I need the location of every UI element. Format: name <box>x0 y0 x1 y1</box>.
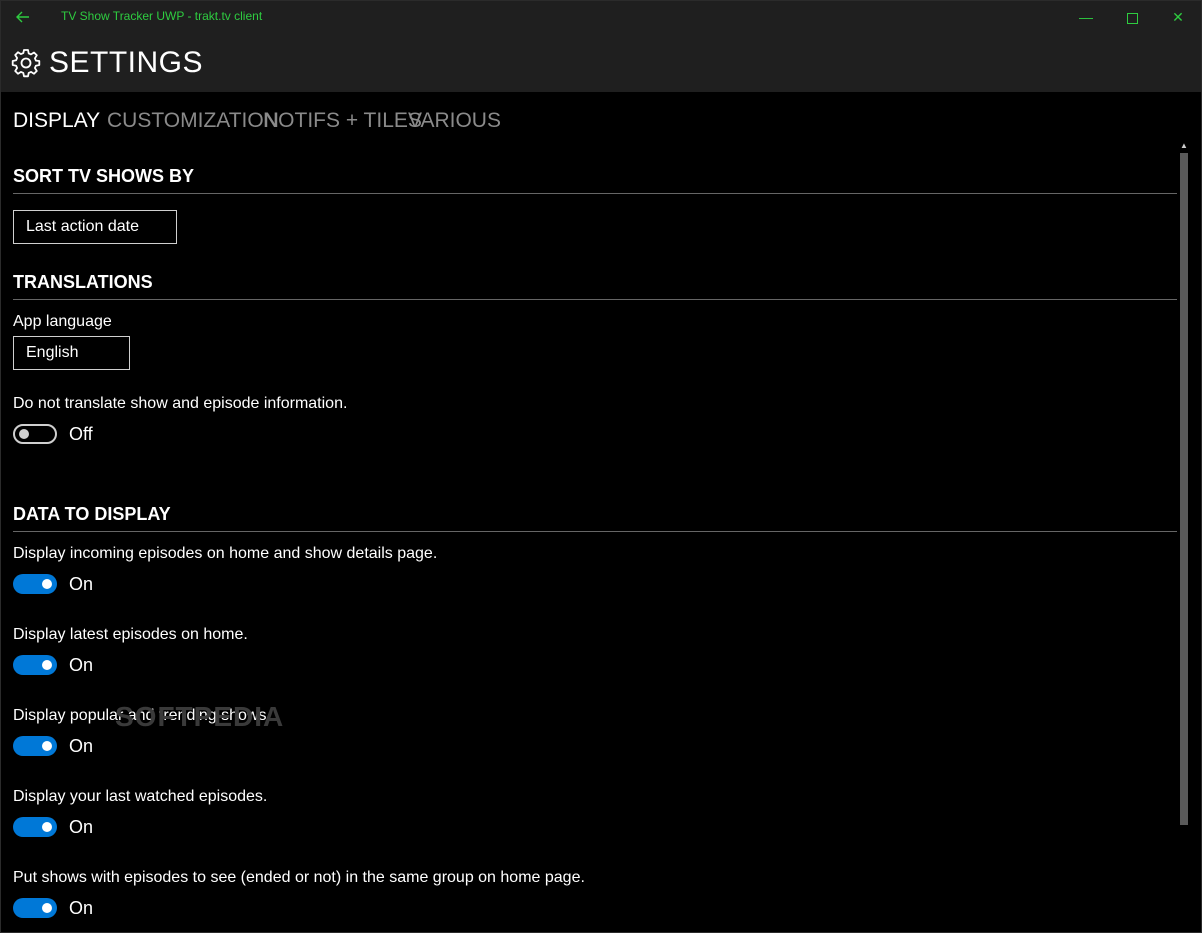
incoming-episodes-toggle[interactable] <box>13 574 57 594</box>
watermark: SOFTPEDIA <box>115 701 285 732</box>
same-group-state: On <box>69 898 94 918</box>
no-translate-toggle[interactable] <box>13 424 57 444</box>
tab-display[interactable]: DISPLAY <box>13 109 100 133</box>
window-title: TV Show Tracker UWP - trakt.tv client <box>61 9 263 23</box>
app-window: TV Show Tracker UWP - trakt.tv client — … <box>0 0 1202 933</box>
page-title: SETTINGS <box>49 46 204 79</box>
divider <box>13 531 1177 532</box>
scrollbar-thumb[interactable] <box>1180 153 1188 825</box>
toggle-knob <box>42 822 52 832</box>
scroll-up-arrow-icon[interactable]: ▲ <box>1180 141 1188 151</box>
no-translate-state: Off <box>69 424 93 444</box>
no-translate-label: Do not translate show and episode inform… <box>13 395 348 412</box>
tab-notifs-tiles[interactable]: NOTIFS + TILES <box>263 109 422 133</box>
minimize-button[interactable]: — <box>1063 1 1109 33</box>
close-button[interactable]: ✕ <box>1155 1 1201 33</box>
divider <box>13 299 1177 300</box>
divider <box>13 193 1177 194</box>
page-header: SETTINGS <box>1 33 1201 92</box>
last-watched-label: Display your last watched episodes. <box>13 788 268 805</box>
maximize-icon <box>1126 12 1138 24</box>
title-bar: TV Show Tracker UWP - trakt.tv client — … <box>1 1 1201 33</box>
tab-various[interactable]: VARIOUS <box>408 109 501 133</box>
last-watched-toggle[interactable] <box>13 817 57 837</box>
latest-episodes-toggle[interactable] <box>13 655 57 675</box>
app-language-dropdown[interactable]: English <box>13 336 130 370</box>
app-language-label: App language <box>13 313 112 330</box>
toggle-knob <box>19 429 29 439</box>
section-heading-sort: SORT TV SHOWS BY <box>13 166 195 186</box>
toggle-knob <box>42 579 52 589</box>
last-watched-state: On <box>69 817 94 837</box>
incoming-episodes-label: Display incoming episodes on home and sh… <box>13 545 438 562</box>
same-group-label: Put shows with episodes to see (ended or… <box>13 869 585 886</box>
incoming-episodes-state: On <box>69 574 94 594</box>
popular-shows-state: On <box>69 736 94 756</box>
same-group-toggle[interactable] <box>13 898 57 918</box>
toggle-knob <box>42 741 52 751</box>
toggle-knob <box>42 903 52 913</box>
latest-episodes-state: On <box>69 655 94 675</box>
sort-by-dropdown[interactable]: Last action date <box>13 210 177 244</box>
vertical-scrollbar[interactable]: ▲ <box>1179 141 1189 931</box>
popular-shows-toggle[interactable] <box>13 736 57 756</box>
gear-icon <box>11 49 41 78</box>
section-heading-translations: TRANSLATIONS <box>13 272 153 292</box>
maximize-button[interactable] <box>1109 1 1155 33</box>
back-arrow-icon[interactable] <box>15 6 37 28</box>
latest-episodes-label: Display latest episodes on home. <box>13 626 248 643</box>
tab-customization[interactable]: CUSTOMIZATION <box>107 109 279 133</box>
section-heading-data: DATA TO DISPLAY <box>13 504 171 524</box>
toggle-knob <box>42 660 52 670</box>
